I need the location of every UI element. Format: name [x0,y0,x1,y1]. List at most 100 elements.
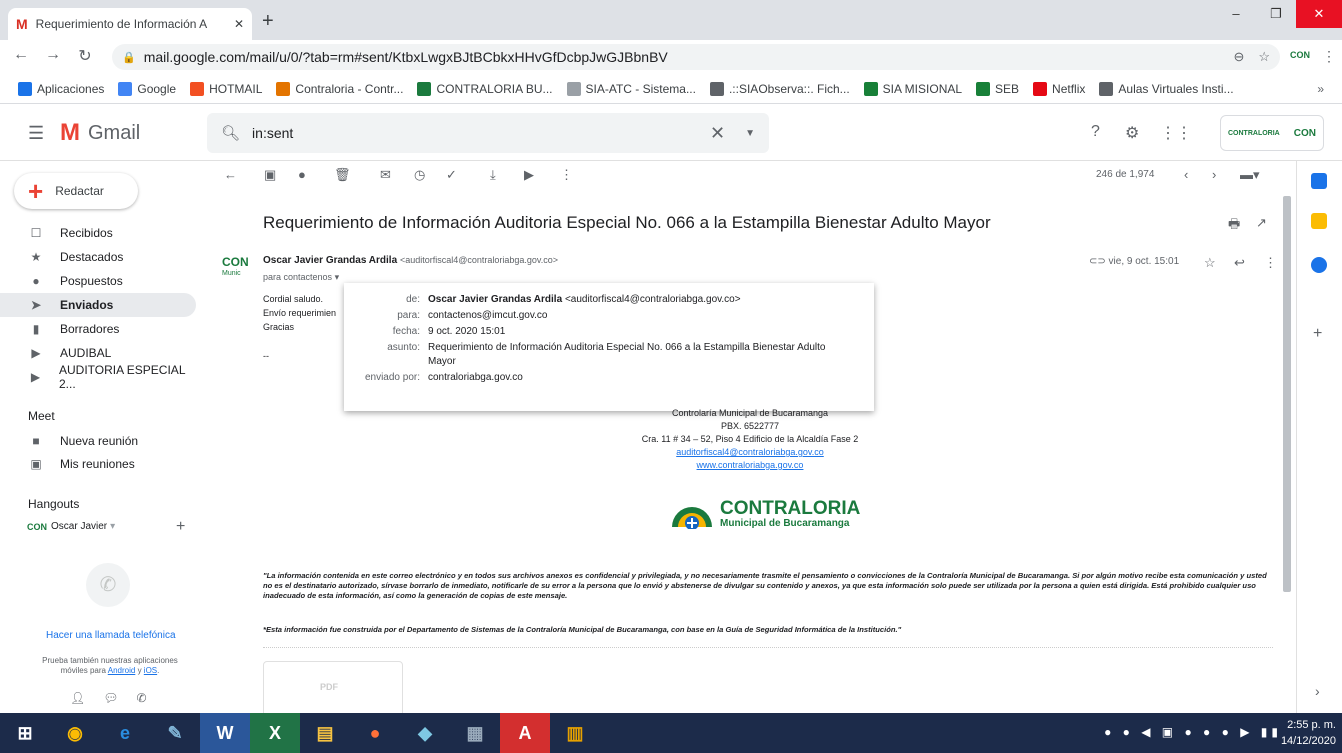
apps-grid-icon[interactable]: ⋮⋮ [1160,123,1192,143]
chevron-down-icon: ▾ [334,272,340,282]
attachment-thumbnail[interactable]: PDF [263,661,403,713]
account-badge-logo: CONTRALORIA [1228,129,1280,137]
account-switcher[interactable]: CONTRALORIA CON [1220,115,1324,151]
restore-icon[interactable]: ❐ [1256,0,1296,28]
sidebar-item-auditoria-especial-2[interactable]: ▶ AUDITORIA ESPECIAL 2... [0,363,196,391]
sidebar-item-destacados[interactable]: ★ Destacados [0,245,196,269]
tab-close-icon[interactable]: ✕ [234,17,244,31]
bookmark-item[interactable]: Aulas Virtuales Insti... [1099,81,1234,96]
settings-gear-icon[interactable]: ⚙ [1125,123,1139,143]
bookmark-item[interactable]: SEB [976,81,1019,96]
word-icon[interactable]: W [200,713,250,753]
report-spam-icon[interactable]: ● [298,167,306,182]
android-link[interactable]: Android [108,666,136,675]
print-icon[interactable]: 🖶 [1228,215,1240,237]
sidebar-item-pospuestos[interactable]: ● Pospuestos [0,269,196,293]
new-tab-button[interactable]: + [262,10,274,33]
call-link[interactable]: Hacer una llamada telefónica [46,630,176,641]
email-more-icon[interactable]: ⋮ [1264,255,1277,271]
bookmark-item[interactable]: Netflix [1033,81,1085,96]
label-icon[interactable]: ▶ [524,167,534,183]
system-tray-icons[interactable]: ● ● ◀ ▣ ● ● ● ▶ ▮▮ [1104,725,1282,739]
calendar-icon[interactable] [1311,173,1327,189]
scrollbar[interactable] [1283,196,1291,592]
windows-start-icon[interactable]: ⊞ [0,713,50,753]
signature-web-link[interactable]: www.contraloriabga.gov.co [697,460,804,470]
new-chat-plus-icon[interactable]: + [176,518,185,536]
close-window-icon[interactable]: ✕ [1296,0,1342,28]
sidebar-item-enviados[interactable]: ➤ Enviados [0,293,196,317]
firefox-icon[interactable]: ● [350,713,400,753]
pdf-icon: PDF [320,682,338,692]
paint-icon[interactable]: ✎ [150,713,200,753]
sidebar-item-recibidos[interactable]: ☐ Recibidos [0,221,196,245]
open-new-window-icon[interactable]: ↗ [1256,215,1267,231]
files-icon[interactable]: ◆ [400,713,450,753]
help-icon[interactable]: ? [1091,123,1100,141]
excel-icon[interactable]: X [250,713,300,753]
bookmark-item[interactable]: Aplicaciones [18,81,104,96]
gmail-logo[interactable]: M Gmail [60,119,140,147]
url-field[interactable]: 🔒 mail.google.com/mail/u/0/?tab=rm#sent/… [112,44,1280,70]
bookmark-item[interactable]: CONTRALORIA BU... [417,81,553,96]
search-icon[interactable]: 🔍︎ [221,124,240,142]
calculator-icon[interactable]: ▦ [450,713,500,753]
main-menu-icon[interactable]: ☰ [28,123,44,144]
clear-search-icon[interactable]: ✕ [710,123,725,144]
add-addon-plus-icon[interactable]: + [1313,325,1322,343]
chat-bubble-icon[interactable]: 💬︎ [103,691,118,705]
sidebar-item-borradores[interactable]: ▮ Borradores [0,317,196,341]
tasks-icon[interactable] [1311,257,1327,273]
sender-name[interactable]: Oscar Javier Grandas Ardila [263,255,397,266]
back-to-list-icon[interactable]: ← [224,167,237,182]
acrobat-icon[interactable]: A [500,713,550,753]
person-icon[interactable]: 👤︎ [70,691,85,705]
taskbar-clock[interactable]: 2:55 p. m. 14/12/2020 [1281,717,1336,749]
minimize-icon[interactable]: – [1216,0,1256,28]
compose-button[interactable]: + Redactar [14,173,138,209]
more-options-icon[interactable]: ⋮ [560,167,573,183]
bookmark-star-icon[interactable]: ☆ [1258,49,1270,65]
keep-icon[interactable] [1311,213,1327,229]
add-task-icon[interactable]: ✓ [446,167,457,183]
hangouts-user[interactable]: CON Oscar Javier ▾ [27,521,115,532]
sidebar-item-audibal[interactable]: ▶ AUDIBAL [0,341,196,365]
internet-explorer-icon[interactable]: e [100,713,150,753]
ios-link[interactable]: iOS [144,666,157,675]
move-to-icon[interactable]: ⤓ [490,167,496,183]
file-explorer-icon[interactable]: ▤ [300,713,350,753]
forward-arrow-icon[interactable]: → [40,46,66,64]
delete-icon[interactable]: 🗑︎ [334,167,351,183]
browser-menu-icon[interactable]: ⋮ [1322,48,1336,65]
reload-icon[interactable]: ↻ [72,46,98,66]
bookmark-item[interactable]: HOTMAIL [190,81,262,96]
bookmark-item[interactable]: SIA MISIONAL [863,81,962,96]
star-icon[interactable]: ☆ [1204,255,1216,271]
bookmark-item[interactable]: Contraloria - Contr... [276,81,403,96]
phone-call-icon[interactable]: ✆ [136,691,146,705]
signature-email-link[interactable]: auditorfiscal4@contraloriabga.gov.co [676,447,824,457]
bookmark-item[interactable]: .::SIAObserva::. Fich... [709,81,850,96]
bookmark-item[interactable]: SIA-ATC - Sistema... [566,81,696,96]
expand-panel-icon[interactable]: › [1315,683,1320,699]
bookmarks-overflow-icon[interactable]: » [1317,82,1324,96]
bookmark-item[interactable]: Google [118,81,176,96]
back-arrow-icon[interactable]: ← [8,46,34,64]
snooze-icon[interactable]: ◷ [414,167,425,183]
winrar-icon[interactable]: ▥ [550,713,600,753]
zoom-icon[interactable]: ⊖ [1233,49,1244,65]
chrome-icon[interactable]: ◉ [50,713,100,753]
profile-avatar-icon[interactable]: CON [1290,50,1310,60]
archive-icon[interactable]: ▣ [264,167,276,183]
reply-icon[interactable]: ↩ [1234,255,1245,271]
search-options-icon[interactable]: ▼ [745,128,755,139]
prev-email-icon[interactable]: ‹ [1184,167,1188,182]
search-input[interactable] [252,125,700,141]
input-tools-icon[interactable]: ▬▾ [1240,167,1260,183]
next-email-icon[interactable]: › [1212,167,1216,182]
meet-item[interactable]: ■ Nueva reunión [0,429,196,453]
browser-tab[interactable]: M Requerimiento de Información A ✕ [8,8,252,40]
mark-unread-icon[interactable]: ✉ [380,167,391,183]
meet-item[interactable]: ▣ Mis reuniones [0,452,196,476]
recipient-toggle[interactable]: para contactenos ▾ [263,272,339,283]
